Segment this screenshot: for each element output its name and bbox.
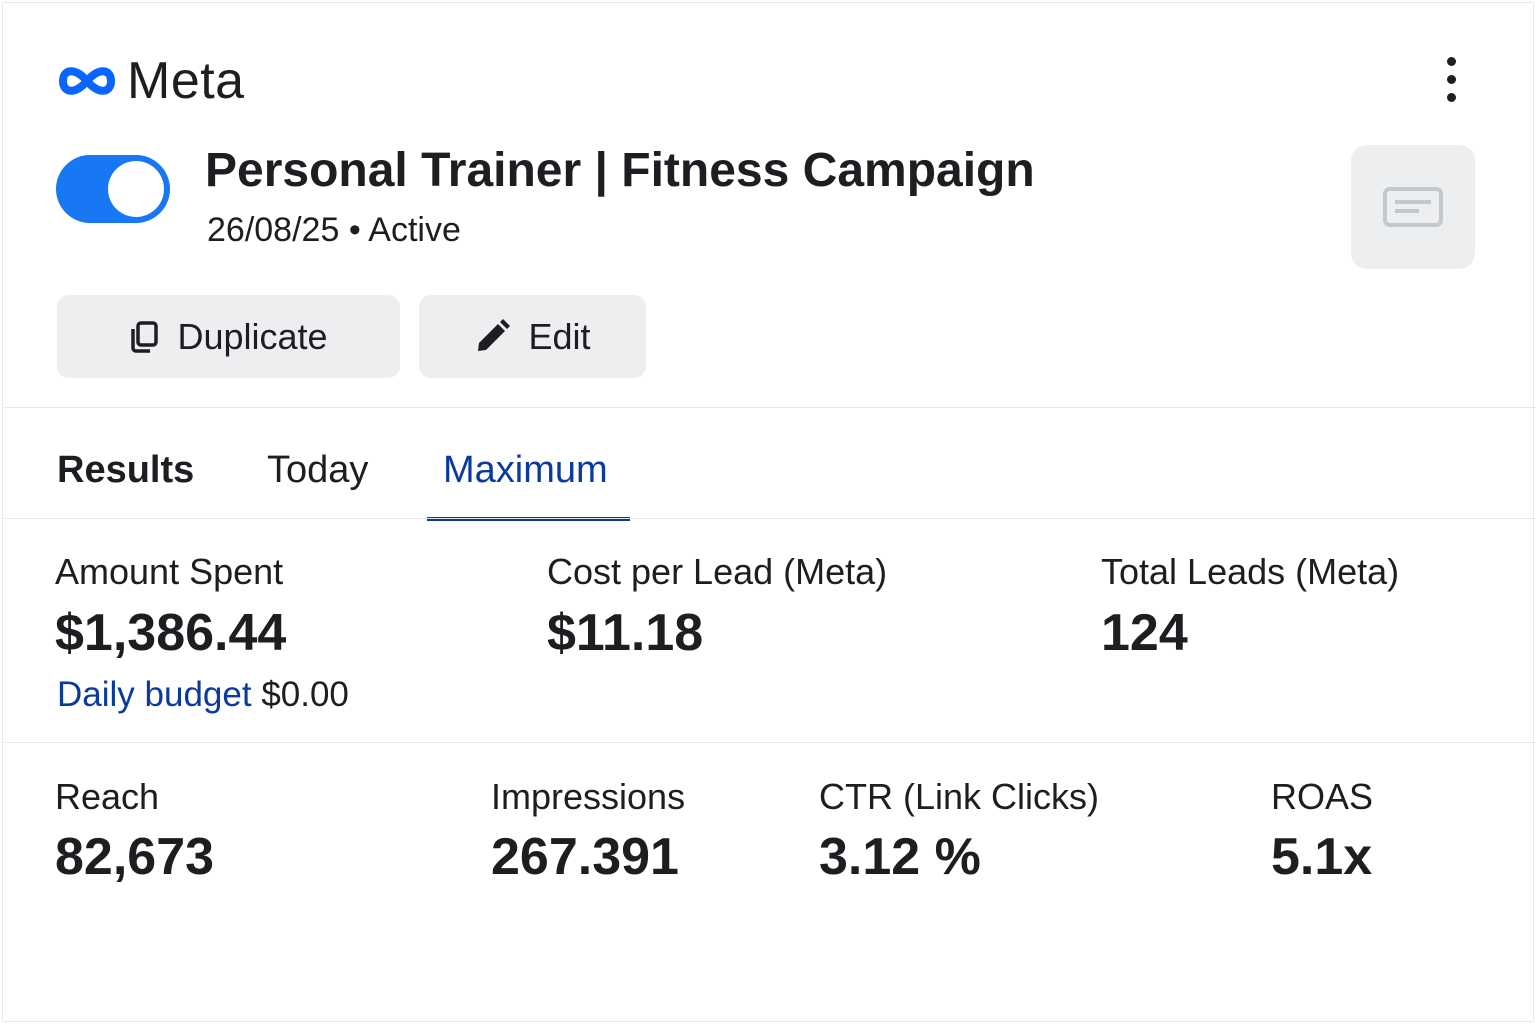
metric-label-amount-spent: Amount Spent bbox=[55, 551, 284, 592]
tab-results[interactable]: Results bbox=[57, 449, 194, 492]
daily-budget-link[interactable]: Daily budget bbox=[57, 675, 252, 714]
toggle-knob bbox=[108, 161, 164, 217]
daily-budget: Daily budget $0.00 bbox=[57, 675, 349, 715]
duplicate-label: Duplicate bbox=[177, 315, 328, 357]
metric-value-cost-per-lead: $11.18 bbox=[547, 604, 704, 662]
metric-value-amount-spent: $1,386.44 bbox=[55, 604, 287, 662]
metric-value-impressions: 267.391 bbox=[491, 828, 679, 886]
campaign-subtitle: 26/08/25 • Active bbox=[207, 211, 461, 250]
tab-maximum[interactable]: Maximum bbox=[443, 449, 608, 492]
metric-label-cost-per-lead: Cost per Lead (Meta) bbox=[547, 551, 888, 592]
campaign-date: 26/08/25 bbox=[207, 211, 340, 249]
ad-preview-icon bbox=[1383, 187, 1443, 227]
metric-label-roas: ROAS bbox=[1271, 776, 1374, 817]
campaign-status: Active bbox=[368, 211, 461, 249]
duplicate-button[interactable]: Duplicate bbox=[57, 295, 400, 378]
metric-label-ctr: CTR (Link Clicks) bbox=[819, 776, 1100, 817]
pencil-icon bbox=[478, 318, 511, 351]
campaign-title: Personal Trainer | Fitness Campaign bbox=[205, 144, 1035, 197]
kebab-menu-icon[interactable] bbox=[1431, 53, 1471, 105]
metric-label-reach: Reach bbox=[55, 776, 160, 817]
divider bbox=[5, 518, 1536, 519]
metric-value-ctr: 3.12 % bbox=[819, 828, 981, 886]
divider bbox=[5, 407, 1536, 408]
brand-name: Meta bbox=[127, 52, 245, 110]
meta-infinity-icon bbox=[59, 67, 115, 95]
metric-value-reach: 82,673 bbox=[55, 828, 215, 886]
separator-dot: • bbox=[348, 211, 361, 249]
meta-logo: Meta bbox=[55, 55, 245, 107]
metric-value-roas: 5.1x bbox=[1271, 828, 1373, 886]
divider bbox=[5, 742, 1536, 743]
ad-preview-button[interactable] bbox=[1351, 145, 1475, 269]
daily-budget-value: $0.00 bbox=[261, 675, 349, 714]
metric-label-impressions: Impressions bbox=[491, 776, 686, 817]
metric-label-total-leads: Total Leads (Meta) bbox=[1101, 551, 1400, 592]
campaign-toggle[interactable] bbox=[56, 155, 170, 223]
tab-today[interactable]: Today bbox=[267, 449, 368, 492]
campaign-card: Meta Personal Trainer | Fitness Campaign… bbox=[2, 2, 1536, 1022]
edit-label: Edit bbox=[528, 315, 591, 357]
metric-value-total-leads: 124 bbox=[1101, 604, 1188, 662]
copy-icon bbox=[131, 320, 159, 353]
edit-button[interactable]: Edit bbox=[419, 295, 646, 378]
